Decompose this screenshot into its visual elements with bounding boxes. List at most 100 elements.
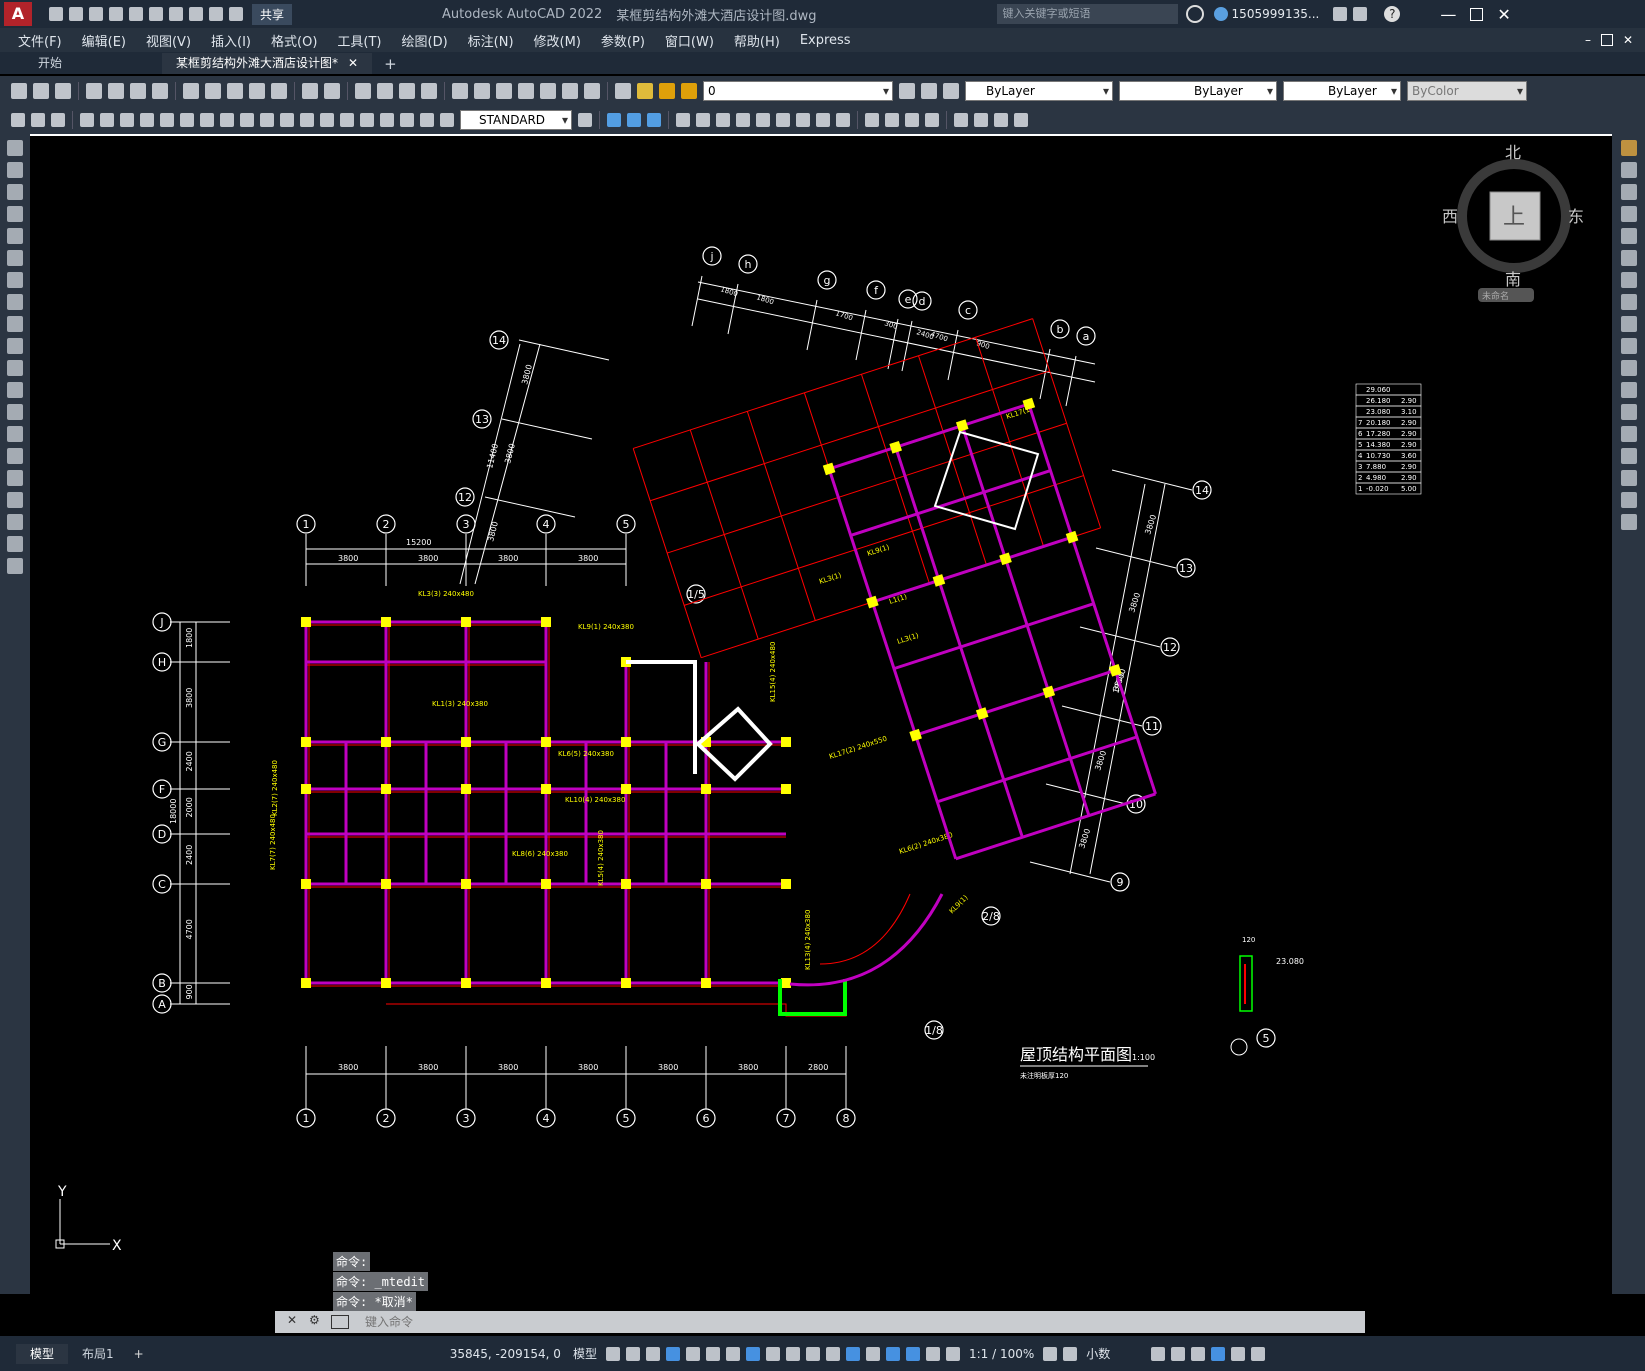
copy-icon[interactable]	[205, 83, 221, 99]
menu-dimension[interactable]: 标注(N)	[458, 31, 524, 50]
menu-edit[interactable]: 编辑(E)	[72, 31, 136, 50]
dynamic-ucs-icon[interactable]	[845, 1346, 860, 1361]
menu-view[interactable]: 视图(V)	[136, 31, 201, 50]
array-3d-icon[interactable]	[756, 113, 770, 127]
paste-icon[interactable]	[227, 83, 243, 99]
mtext-icon[interactable]	[7, 536, 23, 552]
zoom-previous-icon[interactable]	[421, 83, 437, 99]
loft-icon[interactable]	[925, 113, 939, 127]
dim-arc-icon[interactable]	[120, 113, 134, 127]
dimstyle-icon[interactable]	[578, 113, 592, 127]
cut-icon[interactable]	[183, 83, 199, 99]
revolve-icon[interactable]	[885, 113, 899, 127]
plot-icon[interactable]	[169, 7, 183, 21]
doc-minimize-icon[interactable]: –	[1585, 33, 1591, 47]
new-tab-icon[interactable]: +	[384, 54, 397, 74]
pan-icon[interactable]	[355, 83, 371, 99]
cone-icon[interactable]	[647, 113, 661, 127]
qdim-icon[interactable]	[240, 113, 254, 127]
plotstyle-select[interactable]: ByColor ▾	[1407, 81, 1527, 101]
tolerance-icon[interactable]	[340, 113, 354, 127]
drawing-svg[interactable]: 1 3800 2 3800 3 3800 4 3800 5 3800 6 3800 7 2800 8 1 380…	[30, 134, 1612, 1294]
open-file-icon[interactable]	[33, 83, 49, 99]
bulb-icon[interactable]	[637, 83, 653, 99]
fillet-icon[interactable]	[1620, 470, 1637, 486]
menu-file[interactable]: 文件(F)	[8, 31, 72, 50]
gizmo-icon[interactable]	[885, 1346, 900, 1361]
tab-close-icon[interactable]: ✕	[348, 53, 358, 74]
extrude-icon[interactable]	[865, 113, 879, 127]
dim-continue-icon[interactable]	[280, 113, 294, 127]
dim-radius-icon[interactable]	[160, 113, 174, 127]
color-select[interactable]: ByLayer ▾	[965, 81, 1113, 101]
trim-icon[interactable]	[1620, 338, 1637, 354]
add-selected-icon[interactable]	[7, 558, 23, 574]
ucs2-icon[interactable]	[31, 113, 45, 127]
dim-text-edit-icon[interactable]	[440, 113, 454, 127]
hatch-icon[interactable]	[7, 448, 23, 464]
drawing-canvas[interactable]: 1 3800 2 3800 3 3800 4 3800 5 3800 6 3800 7 2800 8 1 380…	[30, 134, 1612, 1294]
lock-ui-icon[interactable]	[1171, 1346, 1186, 1361]
doc-close-icon[interactable]: ✕	[1623, 33, 1633, 47]
break-icon[interactable]	[1620, 404, 1637, 420]
zoom-window-icon[interactable]	[399, 83, 415, 99]
menu-window[interactable]: 窗口(W)	[655, 31, 724, 50]
autodesk-icon[interactable]	[1353, 7, 1368, 21]
zoom-realtime-icon[interactable]	[377, 83, 393, 99]
calculator-icon[interactable]	[562, 83, 578, 99]
otrack-icon[interactable]	[725, 1346, 740, 1361]
command-input[interactable]	[363, 1312, 1357, 1332]
customize-icon[interactable]	[229, 7, 243, 21]
viewcube[interactable]: 上 北 南 西 东 未命名	[1442, 143, 1584, 302]
slice-icon[interactable]	[974, 113, 988, 127]
lineweight-icon[interactable]	[765, 1346, 780, 1361]
save-as-icon[interactable]	[109, 7, 123, 21]
publish-icon[interactable]	[130, 83, 146, 99]
coordinates[interactable]: 35845, -209154, 0	[450, 1347, 561, 1361]
box-icon[interactable]	[607, 113, 621, 127]
menu-parametric[interactable]: 参数(P)	[591, 31, 655, 50]
sweep-icon[interactable]	[905, 113, 919, 127]
matchprop-icon[interactable]	[249, 83, 265, 99]
close-cmd-icon[interactable]: ✕	[287, 1313, 297, 1327]
tab-model[interactable]: 模型	[16, 1343, 69, 1364]
wrench-icon[interactable]: ⚙	[309, 1313, 320, 1327]
make-block-icon[interactable]	[7, 404, 23, 420]
erase-icon[interactable]	[1620, 140, 1637, 156]
tab-start[interactable]: 开始	[24, 53, 162, 74]
3dprint-icon[interactable]	[152, 83, 168, 99]
scale-3d-icon[interactable]	[776, 113, 790, 127]
search-box[interactable]: 键入关键字或短语	[996, 4, 1178, 24]
share-button[interactable]: 共享	[252, 3, 293, 25]
dim-jogged-icon[interactable]	[180, 113, 194, 127]
union-icon[interactable]	[796, 113, 810, 127]
gradient-icon[interactable]	[7, 470, 23, 486]
web-save-icon[interactable]	[149, 7, 163, 21]
annotation-monitor-icon[interactable]	[1063, 1346, 1078, 1361]
properties-icon[interactable]	[452, 83, 468, 99]
annotation-scale[interactable]: 1:1 / 100%	[969, 1347, 1034, 1361]
tool-palettes-icon[interactable]	[496, 83, 512, 99]
layer-previous-icon[interactable]	[921, 83, 937, 99]
line-icon[interactable]	[7, 140, 23, 156]
insert-block-icon[interactable]	[7, 382, 23, 398]
scale-icon[interactable]	[1620, 294, 1637, 310]
layer-state-icon[interactable]	[943, 83, 959, 99]
dim-aligned-icon[interactable]	[100, 113, 114, 127]
layer-select[interactable]: 0 ▾	[703, 81, 893, 101]
autoscale-icon[interactable]	[925, 1346, 940, 1361]
isolate-icon[interactable]	[1191, 1346, 1206, 1361]
layer-properties-icon[interactable]	[615, 83, 631, 99]
thicken-icon[interactable]	[994, 113, 1008, 127]
ellipse-arc-icon[interactable]	[7, 360, 23, 376]
sun-icon[interactable]	[659, 83, 675, 99]
blend-icon[interactable]	[1620, 492, 1637, 508]
viewcube-north[interactable]: 北	[1505, 143, 1521, 162]
menu-insert[interactable]: 插入(I)	[201, 31, 261, 50]
jogged-linear-icon[interactable]	[400, 113, 414, 127]
redo-tool-icon[interactable]	[324, 83, 340, 99]
arc-icon[interactable]	[7, 250, 23, 266]
shell-icon[interactable]	[1014, 113, 1028, 127]
chamfer-icon[interactable]	[1620, 448, 1637, 464]
cart-icon[interactable]	[1333, 7, 1348, 21]
